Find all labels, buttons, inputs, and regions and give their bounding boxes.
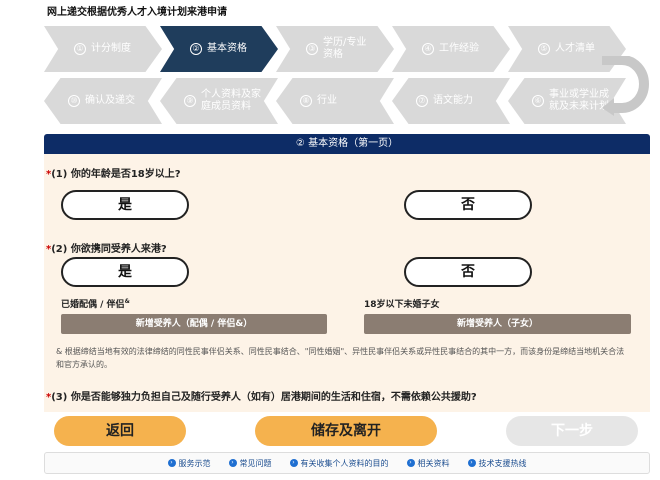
section-banner: ② 基本资格（第一页） [44, 134, 650, 154]
footer-links: › 服务示范 › 常见问题 › 有关收集个人资料的目的 › 相关资料 › 技术支援热线 [44, 452, 650, 474]
step-number: ⑧ [300, 95, 312, 107]
q1-no-button[interactable]: 否 [404, 190, 532, 220]
step-work-experience[interactable]: ④ 工作经验 [392, 26, 510, 72]
question-3: *(3) 你是否能够独力负担自己及随行受养人（如有）居港期间的生活和住宿，不需依… [46, 388, 477, 403]
footer-link-label: 服务示范 [178, 458, 211, 468]
question-2: *(2) 你欲携同受养人来港? [46, 240, 167, 255]
spouse-label-text: 已婚配偶 / 伴侣 [61, 300, 125, 310]
footer-link-privacy[interactable]: › 有关收集个人资料的目的 [289, 458, 389, 469]
step-label: 基本资格 [207, 42, 247, 54]
step-basic-eligibility[interactable]: ② 基本资格 [160, 26, 278, 72]
step-scoring-system[interactable]: ① 计分制度 [44, 26, 162, 72]
arrow-circle-icon: › [467, 459, 476, 467]
step-label: 确认及递交 [85, 94, 135, 106]
arrow-circle-icon: › [167, 459, 176, 467]
back-button[interactable]: 返回 [54, 416, 186, 446]
footer-link-demo[interactable]: › 服务示范 [167, 458, 211, 469]
step-label: 个人资料及家庭成员资料 [201, 88, 261, 113]
step-personal-family[interactable]: ⑨ 个人资料及家庭成员资料 [160, 78, 278, 124]
add-child-button[interactable]: 新增受养人（子女） [364, 314, 631, 334]
step-progress: ① 计分制度 ② 基本资格 ③ 学历/专业资格 ④ 工作经验 ⑤ 人才清单 ⑩ … [0, 0, 660, 130]
step-education[interactable]: ③ 学历/专业资格 [276, 26, 394, 72]
step-label: 计分制度 [91, 42, 131, 54]
footer-link-related[interactable]: › 相关资料 [406, 458, 450, 469]
save-and-exit-button[interactable]: 储存及离开 [255, 416, 437, 446]
step-language[interactable]: ⑦ 语文能力 [392, 78, 510, 124]
add-spouse-button[interactable]: 新增受养人（配偶 / 伴侣&） [61, 314, 327, 334]
curved-arrow-icon [602, 56, 649, 116]
step-number: ⑦ [416, 95, 428, 107]
q2-yes-button[interactable]: 是 [61, 257, 189, 287]
step-number: ⑨ [184, 95, 196, 107]
step-label: 工作经验 [439, 42, 479, 54]
spouse-label: 已婚配偶 / 伴侣& [61, 297, 130, 310]
child-label: 18岁以下未婚子女 [364, 300, 440, 310]
question-3-text: (3) 你是否能够独力负担自己及随行受养人（如有）居港期间的生活和住宿，不需依赖… [51, 392, 477, 403]
question-1: *(1) 你的年龄是否18岁以上? [46, 165, 181, 180]
step-label: 行业 [317, 94, 337, 106]
next-button[interactable]: 下一步 [506, 416, 638, 446]
step-label: 人才清单 [555, 42, 595, 54]
step-number: ③ [306, 43, 318, 55]
footnote: & 根据缔结当地有效的法律缔结的同性民事伴侣关系、同性民事结合、"同性婚姻"、异… [56, 347, 625, 369]
q2-no-button[interactable]: 否 [404, 257, 532, 287]
arrow-circle-icon: › [406, 459, 415, 467]
question-1-text: (1) 你的年龄是否18岁以上? [51, 169, 181, 180]
arrow-circle-icon: › [228, 459, 237, 467]
spouse-label-sup: & [124, 298, 130, 305]
step-label: 学历/专业资格 [323, 36, 367, 61]
footer-link-faq[interactable]: › 常见问题 [228, 458, 272, 469]
footer-link-label: 相关资料 [417, 458, 450, 468]
step-number: ⑩ [68, 95, 80, 107]
step-number: ⑥ [532, 95, 544, 107]
step-number: ② [190, 43, 202, 55]
step-confirm-submit[interactable]: ⑩ 确认及递交 [44, 78, 162, 124]
question-2-text: (2) 你欲携同受养人来港? [51, 244, 167, 255]
footer-link-support[interactable]: › 技术支援热线 [467, 458, 527, 469]
footer-link-label: 有关收集个人资料的目的 [300, 458, 389, 468]
step-label: 语文能力 [433, 94, 473, 106]
step-number: ④ [422, 43, 434, 55]
arrow-circle-icon: › [289, 459, 298, 467]
step-number: ① [74, 43, 86, 55]
step-number: ⑤ [538, 43, 550, 55]
q1-yes-button[interactable]: 是 [61, 190, 189, 220]
footer-link-label: 常见问题 [239, 458, 272, 468]
footer-link-label: 技术支援热线 [478, 458, 527, 468]
step-industry[interactable]: ⑧ 行业 [276, 78, 394, 124]
